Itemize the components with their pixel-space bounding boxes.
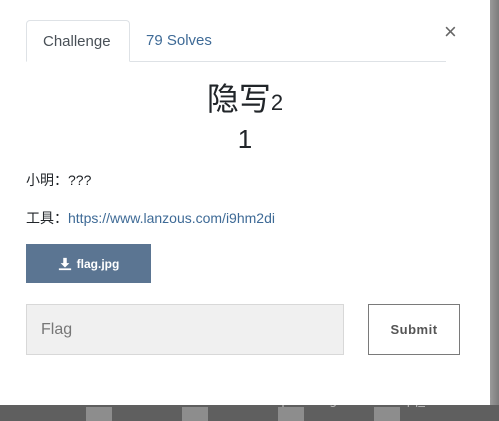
- submit-button[interactable]: Submit: [368, 304, 460, 355]
- tab-solves[interactable]: 79 Solves: [130, 20, 228, 61]
- challenge-modal: Challenge 79 Solves × 隐写2 1 小明：??? 工具：ht…: [0, 0, 490, 405]
- backdrop-edge: [490, 0, 499, 405]
- challenge-name-text: 隐写: [206, 81, 271, 117]
- backdrop-tile: [278, 407, 304, 421]
- backdrop-tile: [182, 407, 208, 421]
- tool-label: 工具：: [26, 210, 68, 226]
- tool-link[interactable]: https://www.lanzous.com/i9hm2di: [68, 210, 275, 226]
- file-download-button[interactable]: flag.jpg: [26, 244, 151, 283]
- backdrop-tile: [374, 407, 400, 421]
- file-name: flag.jpg: [76, 256, 120, 271]
- download-icon: [58, 257, 71, 270]
- challenge-name-suffix: 2: [270, 90, 284, 115]
- challenge-hint: 小明：???: [26, 172, 92, 188]
- watermark-text: https://blog.csdn.net/qq_61999019: [262, 393, 491, 408]
- challenge-name: 隐写2: [0, 74, 490, 120]
- challenge-value: 1: [237, 124, 253, 154]
- challenge-tool: 工具：https://www.lanzous.com/i9hm2di: [26, 208, 275, 228]
- backdrop-tile: [86, 407, 112, 421]
- flag-input[interactable]: [26, 304, 344, 355]
- close-icon[interactable]: ×: [444, 21, 457, 43]
- tab-bar: Challenge 79 Solves: [26, 20, 446, 62]
- tab-challenge[interactable]: Challenge: [26, 20, 130, 62]
